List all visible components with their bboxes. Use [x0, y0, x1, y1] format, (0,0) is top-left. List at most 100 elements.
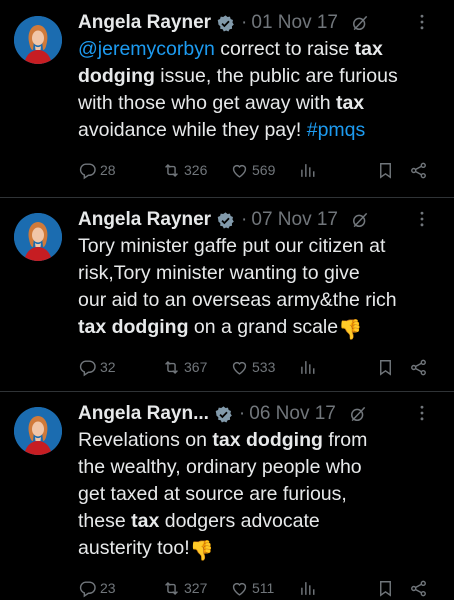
- tweet-text-line: tax dodging on a grand scale👎: [78, 314, 448, 344]
- tweet[interactable]: Angela Rayner · 07 Nov 17 Tory minister gaf…: [0, 197, 454, 391]
- views-button[interactable]: [298, 158, 320, 182]
- grok-icon[interactable]: [350, 13, 370, 33]
- like-button[interactable]: 511: [230, 576, 274, 600]
- bookmark-button[interactable]: [376, 355, 398, 379]
- highlighted-text: tax: [131, 510, 160, 532]
- text-segment: avoidance while they pay!: [78, 119, 307, 141]
- like-button[interactable]: 533: [230, 355, 275, 379]
- tweet-text-line: with those who get away with tax: [78, 90, 448, 117]
- tweet-date[interactable]: 01 Nov 17: [251, 12, 338, 34]
- bookmark-icon: [376, 358, 398, 377]
- text-segment: the wealthy, ordinary people who: [78, 456, 362, 478]
- author-name[interactable]: Angela Rayn...: [78, 403, 209, 425]
- reply-icon: [78, 579, 100, 598]
- highlighted-text: tax dodging: [78, 316, 189, 338]
- like-icon: [230, 161, 252, 180]
- text-segment: on a grand scale: [188, 316, 339, 338]
- tweet-text-line: avoidance while they pay! #pmqs: [78, 117, 448, 144]
- author-name[interactable]: Angela Rayner: [78, 209, 211, 231]
- avatar[interactable]: [14, 407, 62, 455]
- share-icon: [409, 579, 431, 598]
- tweet-text-line: Revelations on tax dodging from: [78, 427, 448, 454]
- hashtag-link[interactable]: #pmqs: [307, 119, 366, 141]
- share-icon: [409, 358, 431, 377]
- repost-icon: [162, 579, 184, 598]
- repost-button[interactable]: 367: [162, 355, 207, 379]
- views-button[interactable]: [298, 576, 320, 600]
- like-icon: [230, 358, 252, 377]
- repost-count: 326: [184, 162, 208, 178]
- tweet-actions: 23 327 511: [78, 576, 444, 600]
- reply-button[interactable]: 28: [78, 158, 116, 182]
- thumbs-down-emoji: 👎: [338, 319, 363, 341]
- reply-button[interactable]: 32: [78, 355, 116, 379]
- reply-icon: [78, 358, 100, 377]
- separator-dot: ·: [241, 209, 248, 230]
- tweet-text-line: our aid to an overseas army&the rich: [78, 287, 448, 314]
- bookmark-button[interactable]: [376, 576, 398, 600]
- share-button[interactable]: [409, 355, 431, 379]
- separator-dot: ·: [238, 403, 246, 424]
- tweet-date[interactable]: 07 Nov 17: [251, 209, 338, 231]
- tweet-text: @jeremycorbyn correct to raise tax dodgin…: [78, 36, 448, 144]
- tweet-text-line: Tory minister gaffe put our citizen at: [78, 233, 448, 260]
- verified-badge-icon: [216, 211, 235, 230]
- views-icon: [298, 161, 320, 180]
- text-segment: our aid to an overseas army&the rich: [78, 289, 397, 311]
- tweet-text-line: get taxed at source are furious,: [78, 481, 448, 508]
- text-segment: correct to raise: [214, 38, 355, 60]
- tweet-actions: 28 326 569: [78, 158, 444, 182]
- like-count: 511: [252, 580, 275, 596]
- like-icon: [230, 579, 252, 598]
- tweet-text-line: the wealthy, ordinary people who: [78, 454, 448, 481]
- share-icon: [409, 161, 431, 180]
- repost-button[interactable]: 326: [162, 158, 207, 182]
- tweet-divider: [0, 391, 454, 392]
- text-segment: austerity too!: [78, 537, 190, 559]
- tweet[interactable]: Angela Rayn... · 06 Nov 17 Revelations on t…: [0, 391, 454, 600]
- more-icon[interactable]: [412, 209, 432, 229]
- text-segment: Tory minister gaffe put our citizen at: [78, 235, 386, 257]
- text-segment: issue, the public are furious: [154, 65, 398, 87]
- tweet-text: Revelations on tax dodging from the wealt…: [78, 427, 448, 565]
- share-button[interactable]: [409, 158, 431, 182]
- separator-dot: ·: [241, 12, 248, 33]
- tweet-text-line: austerity too!👎: [78, 535, 448, 565]
- text-segment: with those who get away with: [78, 92, 336, 114]
- more-icon[interactable]: [412, 403, 432, 423]
- reply-count: 23: [100, 580, 116, 596]
- tweet-date[interactable]: 06 Nov 17: [249, 403, 336, 425]
- tweet-divider: [0, 197, 454, 198]
- tweet-text-line: risk,Tory minister wanting to give: [78, 260, 448, 287]
- tweet[interactable]: Angela Rayner · 01 Nov 17 @jeremycorbyn cor…: [0, 0, 454, 197]
- views-icon: [298, 579, 320, 598]
- avatar[interactable]: [14, 16, 62, 64]
- highlighted-text: tax: [354, 38, 383, 60]
- tweet-header: Angela Rayner · 01 Nov 17: [78, 10, 444, 36]
- views-icon: [298, 358, 320, 377]
- tweet-actions: 32 367 533: [78, 355, 444, 379]
- bookmark-icon: [376, 579, 398, 598]
- reply-button[interactable]: 23: [78, 576, 116, 600]
- repost-button[interactable]: 327: [162, 576, 207, 600]
- like-button[interactable]: 569: [230, 158, 275, 182]
- text-segment: get taxed at source are furious,: [78, 483, 347, 505]
- avatar[interactable]: [14, 213, 62, 261]
- tweet-text-line: dodging issue, the public are furious: [78, 63, 448, 90]
- tweet-feed: Angela Rayner · 01 Nov 17 @jeremycorbyn cor…: [0, 0, 454, 600]
- author-name[interactable]: Angela Rayner: [78, 12, 211, 34]
- grok-icon[interactable]: [350, 210, 370, 230]
- like-count: 533: [252, 359, 276, 375]
- tweet-text: Tory minister gaffe put our citizen at ri…: [78, 233, 448, 344]
- mention-link[interactable]: @jeremycorbyn: [78, 38, 215, 60]
- more-icon[interactable]: [412, 12, 432, 32]
- tweet-header: Angela Rayn... · 06 Nov 17: [78, 401, 444, 427]
- verified-badge-icon: [214, 405, 233, 424]
- highlighted-text: tax: [335, 92, 365, 114]
- repost-icon: [162, 358, 184, 377]
- bookmark-button[interactable]: [376, 158, 398, 182]
- views-button[interactable]: [298, 355, 320, 379]
- repost-icon: [162, 161, 184, 180]
- grok-icon[interactable]: [348, 404, 368, 424]
- share-button[interactable]: [409, 576, 431, 600]
